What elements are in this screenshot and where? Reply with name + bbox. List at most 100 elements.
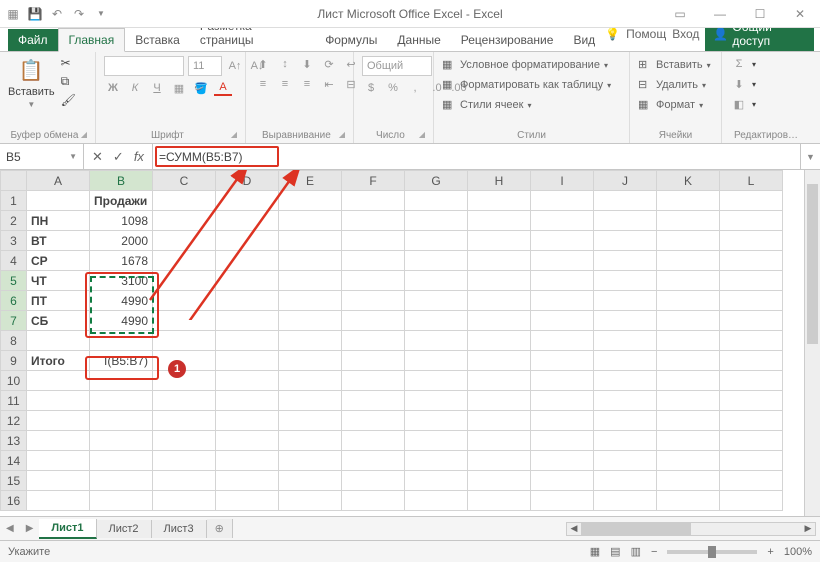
tab-file[interactable]: Файл [8, 29, 58, 51]
cell[interactable] [90, 451, 153, 471]
row-header[interactable]: 12 [1, 411, 27, 431]
cell[interactable] [468, 491, 531, 511]
cell[interactable]: СБ [27, 311, 90, 331]
save-icon[interactable]: 💾 [28, 7, 42, 21]
cell[interactable] [90, 491, 153, 511]
cell[interactable] [657, 411, 720, 431]
cell[interactable] [720, 331, 783, 351]
cell[interactable] [342, 191, 405, 211]
align-top-icon[interactable]: ⬆ [254, 56, 272, 72]
cell[interactable] [594, 411, 657, 431]
fill-color-icon[interactable]: 🪣 [192, 80, 210, 96]
cell[interactable] [531, 271, 594, 291]
cell[interactable] [468, 331, 531, 351]
cell[interactable] [720, 191, 783, 211]
cell[interactable] [216, 471, 279, 491]
cell[interactable] [594, 371, 657, 391]
minimize-button[interactable]: — [700, 0, 740, 28]
sheet-tab-3[interactable]: Лист3 [152, 520, 207, 538]
cell[interactable] [27, 371, 90, 391]
cell[interactable] [405, 371, 468, 391]
cell[interactable] [27, 191, 90, 211]
cell[interactable] [216, 211, 279, 231]
cell[interactable] [279, 191, 342, 211]
cell[interactable] [27, 491, 90, 511]
cell[interactable]: 1098 [90, 211, 153, 231]
col-header-e[interactable]: E [279, 171, 342, 191]
cell[interactable] [468, 391, 531, 411]
cell[interactable] [531, 251, 594, 271]
cell[interactable] [594, 471, 657, 491]
cell[interactable] [216, 271, 279, 291]
row-header[interactable]: 15 [1, 471, 27, 491]
cell[interactable] [405, 451, 468, 471]
cell[interactable] [216, 411, 279, 431]
cell[interactable] [531, 311, 594, 331]
zoom-out-icon[interactable]: − [651, 546, 657, 558]
cell[interactable] [216, 231, 279, 251]
percent-icon[interactable]: % [384, 80, 402, 96]
col-header-c[interactable]: C [153, 171, 216, 191]
add-sheet-button[interactable]: ⊕ [207, 519, 233, 538]
cell[interactable] [531, 391, 594, 411]
cell[interactable] [153, 371, 216, 391]
cell[interactable] [594, 491, 657, 511]
cell[interactable] [90, 431, 153, 451]
cell[interactable] [468, 251, 531, 271]
cell[interactable] [405, 231, 468, 251]
cell[interactable] [153, 431, 216, 451]
hscroll-right-icon[interactable]: ▶ [801, 523, 815, 535]
cell[interactable] [279, 411, 342, 431]
cell[interactable] [153, 411, 216, 431]
align-left-icon[interactable]: ≡ [254, 76, 272, 92]
cell[interactable]: СР [27, 251, 90, 271]
number-dialog-icon[interactable]: ◢ [419, 130, 425, 139]
row-header[interactable]: 7 [1, 311, 27, 331]
cell[interactable] [153, 331, 216, 351]
cell[interactable] [657, 491, 720, 511]
paste-dropdown-icon[interactable]: ▼ [27, 100, 35, 109]
cell[interactable] [216, 351, 279, 371]
cell[interactable] [342, 331, 405, 351]
col-header-j[interactable]: J [594, 171, 657, 191]
zoom-level[interactable]: 100% [784, 546, 812, 558]
cell[interactable] [594, 191, 657, 211]
cell[interactable] [531, 471, 594, 491]
row-header[interactable]: 13 [1, 431, 27, 451]
cell[interactable] [279, 271, 342, 291]
row-header[interactable]: 14 [1, 451, 27, 471]
cell[interactable] [342, 411, 405, 431]
help-label[interactable]: Помощ [626, 27, 666, 41]
cell[interactable] [720, 251, 783, 271]
col-header-b[interactable]: B [90, 171, 153, 191]
cell[interactable]: Итого [27, 351, 90, 371]
cell[interactable] [657, 331, 720, 351]
close-button[interactable]: ✕ [780, 0, 820, 28]
zoom-in-icon[interactable]: + [767, 546, 773, 558]
cell[interactable] [657, 271, 720, 291]
cell[interactable] [720, 451, 783, 471]
cell[interactable] [468, 191, 531, 211]
cell[interactable] [90, 471, 153, 491]
format-cells-button[interactable]: ▦Формат▾ [638, 96, 703, 114]
cell[interactable] [153, 291, 216, 311]
cell[interactable] [594, 211, 657, 231]
format-as-table-button[interactable]: ▦Форматировать как таблицу▾ [442, 76, 611, 94]
vscroll-thumb[interactable] [807, 184, 818, 344]
cell[interactable] [153, 451, 216, 471]
cell[interactable] [720, 291, 783, 311]
cell[interactable] [720, 371, 783, 391]
cell[interactable] [216, 451, 279, 471]
row-header[interactable]: 4 [1, 251, 27, 271]
cell[interactable] [720, 231, 783, 251]
cell[interactable]: І(B5:B7) [90, 351, 153, 371]
cell[interactable] [27, 411, 90, 431]
cell[interactable] [405, 271, 468, 291]
cell[interactable] [405, 211, 468, 231]
cell[interactable] [216, 191, 279, 211]
cell[interactable] [90, 411, 153, 431]
cell[interactable] [594, 391, 657, 411]
cell[interactable] [342, 251, 405, 271]
cell[interactable] [657, 451, 720, 471]
cell[interactable] [468, 451, 531, 471]
